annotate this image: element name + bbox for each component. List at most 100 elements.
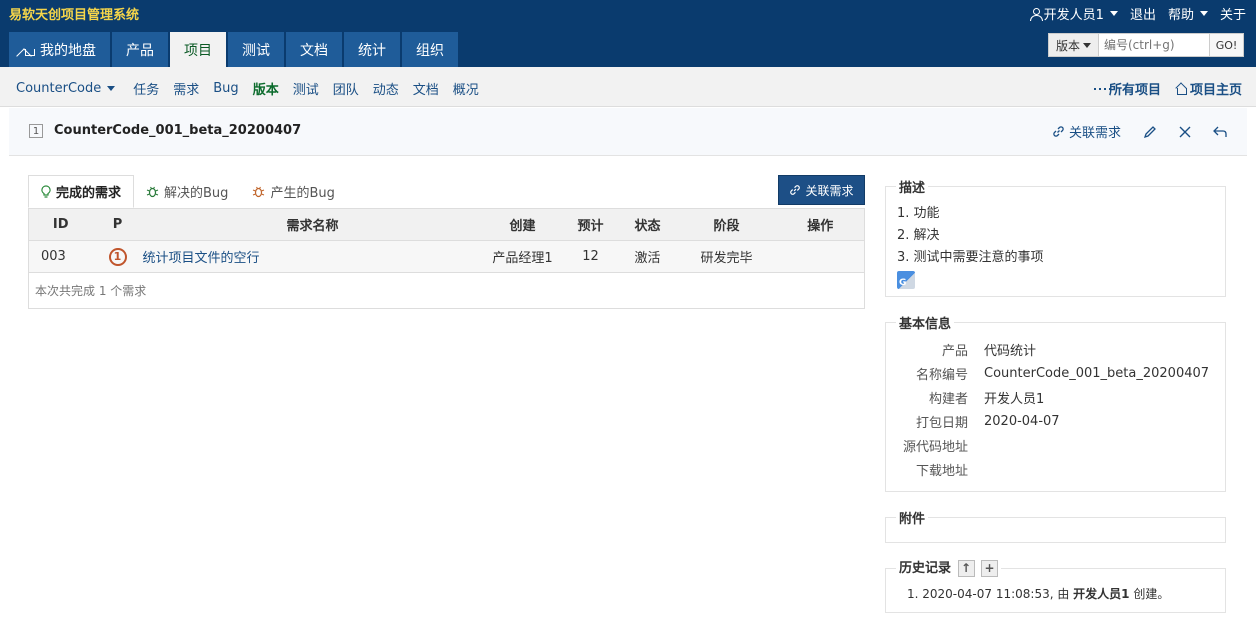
home-icon — [1175, 83, 1187, 95]
chevron-down-icon — [1199, 11, 1208, 16]
app-header: 易软天创项目管理系统 开发人员1 退出 帮助 关于 我的地盘 产品 项目 测试 … — [0, 0, 1256, 67]
user-name: 开发人员1 — [1043, 8, 1104, 23]
build-id-badge: 1 — [29, 124, 43, 138]
build-title-bar: 1 CounterCode_001_beta_20200407 关联需求 — [9, 108, 1247, 156]
home-icon — [23, 44, 35, 56]
help-label: 帮助 — [1167, 8, 1194, 23]
subnav-item-view[interactable]: 概况 — [453, 79, 479, 98]
about-link[interactable]: 关于 — [1220, 4, 1246, 23]
sort-up-icon[interactable]: ↑ — [957, 559, 975, 577]
cell-stage: 研发完毕 — [676, 240, 777, 273]
col-id[interactable]: ID — [28, 208, 93, 241]
tab-test[interactable]: 测试 — [228, 32, 284, 67]
info-row: 打包日期 2020-04-07 — [886, 409, 1225, 433]
logout-link[interactable]: 退出 — [1130, 4, 1156, 23]
expand-plus-icon[interactable]: + — [981, 559, 999, 577]
close-icon[interactable] — [1179, 126, 1191, 138]
link-icon — [1053, 126, 1064, 137]
col-stage[interactable]: 阶段 — [676, 208, 777, 241]
tab-doc[interactable]: 文档 — [286, 32, 342, 67]
tab-product[interactable]: 产品 — [112, 32, 168, 67]
search-go-button[interactable]: GO! — [1209, 34, 1243, 56]
history-entry-prefix: 1. 2020-04-07 11:08:53, 由 — [907, 587, 1074, 601]
tab-generated-bugs[interactable]: 产生的Bug — [240, 175, 346, 208]
bug-icon — [253, 186, 265, 198]
col-status[interactable]: 状态 — [618, 208, 677, 241]
description-line: 3. 测试中需要注意的事项 — [897, 250, 1044, 265]
info-key: 名称编号 — [915, 367, 968, 383]
user-icon — [1029, 7, 1043, 21]
history-panel: 历史记录 ↑ + 1. 2020-04-07 11:08:53, 由 开发人员1… — [885, 557, 1226, 613]
project-home-label: 项目主页 — [1189, 83, 1242, 98]
subnav-item-dynamic[interactable]: 动态 — [373, 79, 399, 98]
subnav-item-build[interactable]: 版本 — [253, 79, 279, 98]
tab-stories[interactable]: 完成的需求 — [28, 175, 135, 208]
title-actions: 关联需求 — [1052, 122, 1227, 141]
col-name[interactable]: 需求名称 — [142, 208, 483, 241]
tab-resolved-bugs[interactable]: 解决的Bug — [134, 175, 240, 208]
cell-creator: 产品经理1 — [482, 240, 563, 273]
link-icon — [790, 185, 801, 195]
attachments-title: 附件 — [896, 508, 929, 527]
basic-info-title: 基本信息 — [896, 313, 955, 332]
search-input[interactable] — [1099, 34, 1209, 56]
tab-my[interactable]: 我的地盘 — [9, 32, 110, 67]
cell-estimate: 12 — [562, 240, 619, 273]
edit-icon[interactable] — [1143, 125, 1157, 139]
description-line: 1. 功能 — [897, 206, 940, 221]
tab-company[interactable]: 组织 — [402, 32, 458, 67]
grid-icon — [1093, 83, 1111, 95]
info-value: CounterCode_001_beta_20200407 — [984, 365, 1210, 381]
tab-report[interactable]: 统计 — [344, 32, 400, 67]
basic-info-body: 产品 代码统计 名称编号 CounterCode_001_beta_20200407… — [886, 323, 1225, 481]
project-home-link[interactable]: 项目主页 — [1175, 79, 1242, 98]
sub-nav-left: CounterCode 任务 需求 Bug 版本 测试 团队 动态 文档 概况 — [16, 79, 479, 98]
info-key: 下载地址 — [915, 463, 968, 479]
history-title: 历史记录 — [899, 561, 952, 576]
info-key: 打包日期 — [915, 415, 968, 431]
basic-info-panel: 基本信息 产品 代码统计 名称编号 CounterCode_001_beta_202… — [885, 313, 1226, 492]
subnav-item-task[interactable]: 任务 — [133, 79, 159, 98]
subnav-item-test[interactable]: 测试 — [293, 79, 319, 98]
info-row: 产品 代码统计 — [886, 337, 1225, 361]
help-menu[interactable]: 帮助 — [1168, 4, 1208, 23]
info-value: 代码统计 — [984, 343, 1037, 359]
tab-label: 完成的需求 — [56, 186, 122, 201]
user-menu[interactable]: 开发人员1 — [1029, 4, 1118, 23]
tab-project[interactable]: 项目 — [170, 32, 226, 67]
col-pri[interactable]: P — [92, 208, 143, 241]
search-box: 版本 GO! — [1048, 33, 1244, 57]
translate-icon[interactable]: G — [897, 271, 915, 289]
info-row: 下载地址 — [886, 457, 1225, 481]
col-actions: 操作 — [776, 208, 865, 241]
table-summary: 本次共完成 1 个需求 — [28, 273, 865, 309]
info-value: 开发人员1 — [984, 391, 1045, 407]
link-story-button-label: 关联需求 — [805, 183, 854, 198]
info-row: 名称编号 CounterCode_001_beta_20200407 — [886, 361, 1225, 385]
project-switcher[interactable]: CounterCode — [16, 81, 116, 96]
cell-status: 激活 — [618, 240, 677, 273]
link-story-action[interactable]: 关联需求 — [1052, 122, 1121, 141]
subnav-item-team[interactable]: 团队 — [333, 79, 359, 98]
info-row: 构建者 开发人员1 — [886, 385, 1225, 409]
description-panel: 描述 1. 功能 2. 解决 3. 测试中需要注意的事项 G — [885, 177, 1226, 297]
info-key: 构建者 — [928, 391, 968, 407]
col-estimate[interactable]: 预计 — [562, 208, 619, 241]
table-header-row: ID P 需求名称 创建 预计 状态 阶段 操作 — [28, 208, 865, 241]
all-projects-link[interactable]: 所有项目 — [1093, 79, 1161, 98]
page-title: CounterCode_001_beta_20200407 — [54, 123, 302, 138]
subnav-item-doc[interactable]: 文档 — [413, 79, 439, 98]
story-link[interactable]: 统计项目文件的空行 — [143, 251, 260, 266]
attachments-panel: 附件 — [885, 508, 1226, 543]
info-key: 产品 — [941, 343, 968, 359]
history-entry-user: 开发人员1 — [1073, 587, 1130, 601]
subnav-item-bug[interactable]: Bug — [213, 81, 238, 96]
subnav-item-story[interactable]: 需求 — [173, 79, 199, 98]
link-story-button[interactable]: 关联需求 — [778, 175, 865, 205]
back-icon[interactable] — [1213, 126, 1227, 138]
search-type-select[interactable]: 版本 — [1049, 34, 1099, 56]
chevron-down-icon — [1109, 11, 1118, 16]
chevron-down-icon — [107, 86, 116, 91]
lightbulb-icon — [41, 185, 51, 198]
col-creator[interactable]: 创建 — [482, 208, 563, 241]
